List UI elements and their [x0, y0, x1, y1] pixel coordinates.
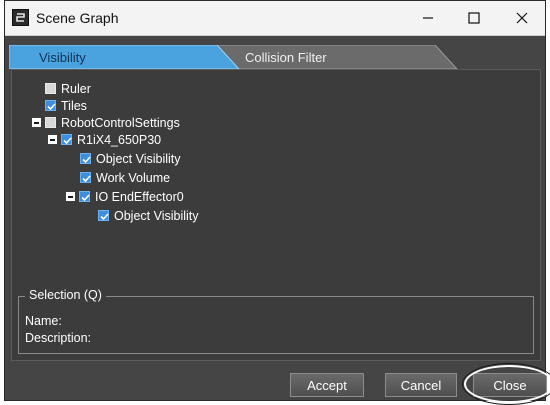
checkmark-icon [82, 175, 91, 183]
tree-node-label: Object Visibility [96, 151, 181, 166]
checkbox-checked[interactable] [61, 134, 72, 145]
collapse-icon[interactable] [48, 135, 57, 144]
tree-node-effector-object-visibility[interactable]: Object Visibility [98, 207, 199, 224]
tree-node-label: Tiles [61, 98, 87, 113]
tab-visibility[interactable]: Visibility [9, 45, 241, 69]
tree-node-object-visibility[interactable]: Object Visibility [80, 150, 181, 167]
tab-collision-filter[interactable]: Collision Filter [211, 45, 459, 69]
tree-node-label: R1iX4_650P30 [77, 132, 162, 147]
tree-node-label: IO EndEffector0 [95, 189, 184, 204]
minimize-icon [423, 17, 433, 19]
checkbox-unchecked[interactable] [45, 117, 56, 128]
selection-description-label: Description: [25, 331, 91, 345]
selection-name-label: Name: [25, 314, 62, 328]
checkbox-checked[interactable] [45, 100, 56, 111]
tree-node-label: Work Volume [96, 170, 171, 185]
tree-node-robot-r1ix4[interactable]: R1iX4_650P30 [48, 131, 161, 148]
checkmark-icon [63, 137, 72, 145]
tree-node-label: RobotControlSettings [61, 115, 180, 130]
tree-node-ruler[interactable]: Ruler [45, 80, 91, 97]
tab-strip: Collision Filter Visibility [9, 43, 543, 69]
tree-node-robot-control-settings[interactable]: RobotControlSettings [32, 114, 180, 131]
scene-graph-app-icon [12, 9, 29, 26]
collapse-icon[interactable] [32, 118, 41, 127]
tab-label-visibility: Visibility [39, 50, 86, 65]
scene-graph-dialog: Scene Graph Collision Filter Visibility … [4, 0, 550, 405]
checkmark-icon [82, 156, 91, 164]
selection-group: Selection (Q) Name: Description: [18, 288, 534, 354]
window-title: Scene Graph [36, 10, 119, 26]
close-icon [516, 12, 528, 24]
selection-legend: Selection (Q) [25, 288, 106, 302]
tree-node-io-endeffector0[interactable]: IO EndEffector0 [66, 188, 184, 205]
checkbox-checked[interactable] [80, 153, 91, 164]
maximize-icon [468, 12, 480, 24]
checkmark-icon [100, 213, 109, 221]
collapse-icon[interactable] [66, 192, 75, 201]
maximize-button[interactable] [451, 1, 497, 35]
tree-node-tiles[interactable]: Tiles [45, 97, 87, 114]
close-window-button[interactable] [499, 1, 545, 35]
cancel-button[interactable]: Cancel [385, 373, 457, 397]
minimize-button[interactable] [405, 1, 451, 35]
tree-node-label: Ruler [61, 81, 91, 96]
visibility-panel: Ruler Tiles RobotControlSettings R1iX4_6… [11, 69, 541, 361]
checkbox-checked[interactable] [79, 191, 90, 202]
tree-node-label: Object Visibility [114, 208, 199, 223]
checkmark-icon [81, 194, 90, 202]
tree-node-work-volume[interactable]: Work Volume [80, 169, 170, 186]
checkbox-unchecked[interactable] [45, 83, 56, 94]
checkbox-checked[interactable] [98, 210, 109, 221]
tab-label-collision-filter: Collision Filter [245, 50, 327, 65]
close-button[interactable]: Close [473, 373, 547, 397]
accept-button[interactable]: Accept [290, 373, 364, 397]
checkbox-checked[interactable] [80, 172, 91, 183]
checkmark-icon [47, 103, 56, 111]
title-bar[interactable]: Scene Graph [5, 1, 545, 36]
